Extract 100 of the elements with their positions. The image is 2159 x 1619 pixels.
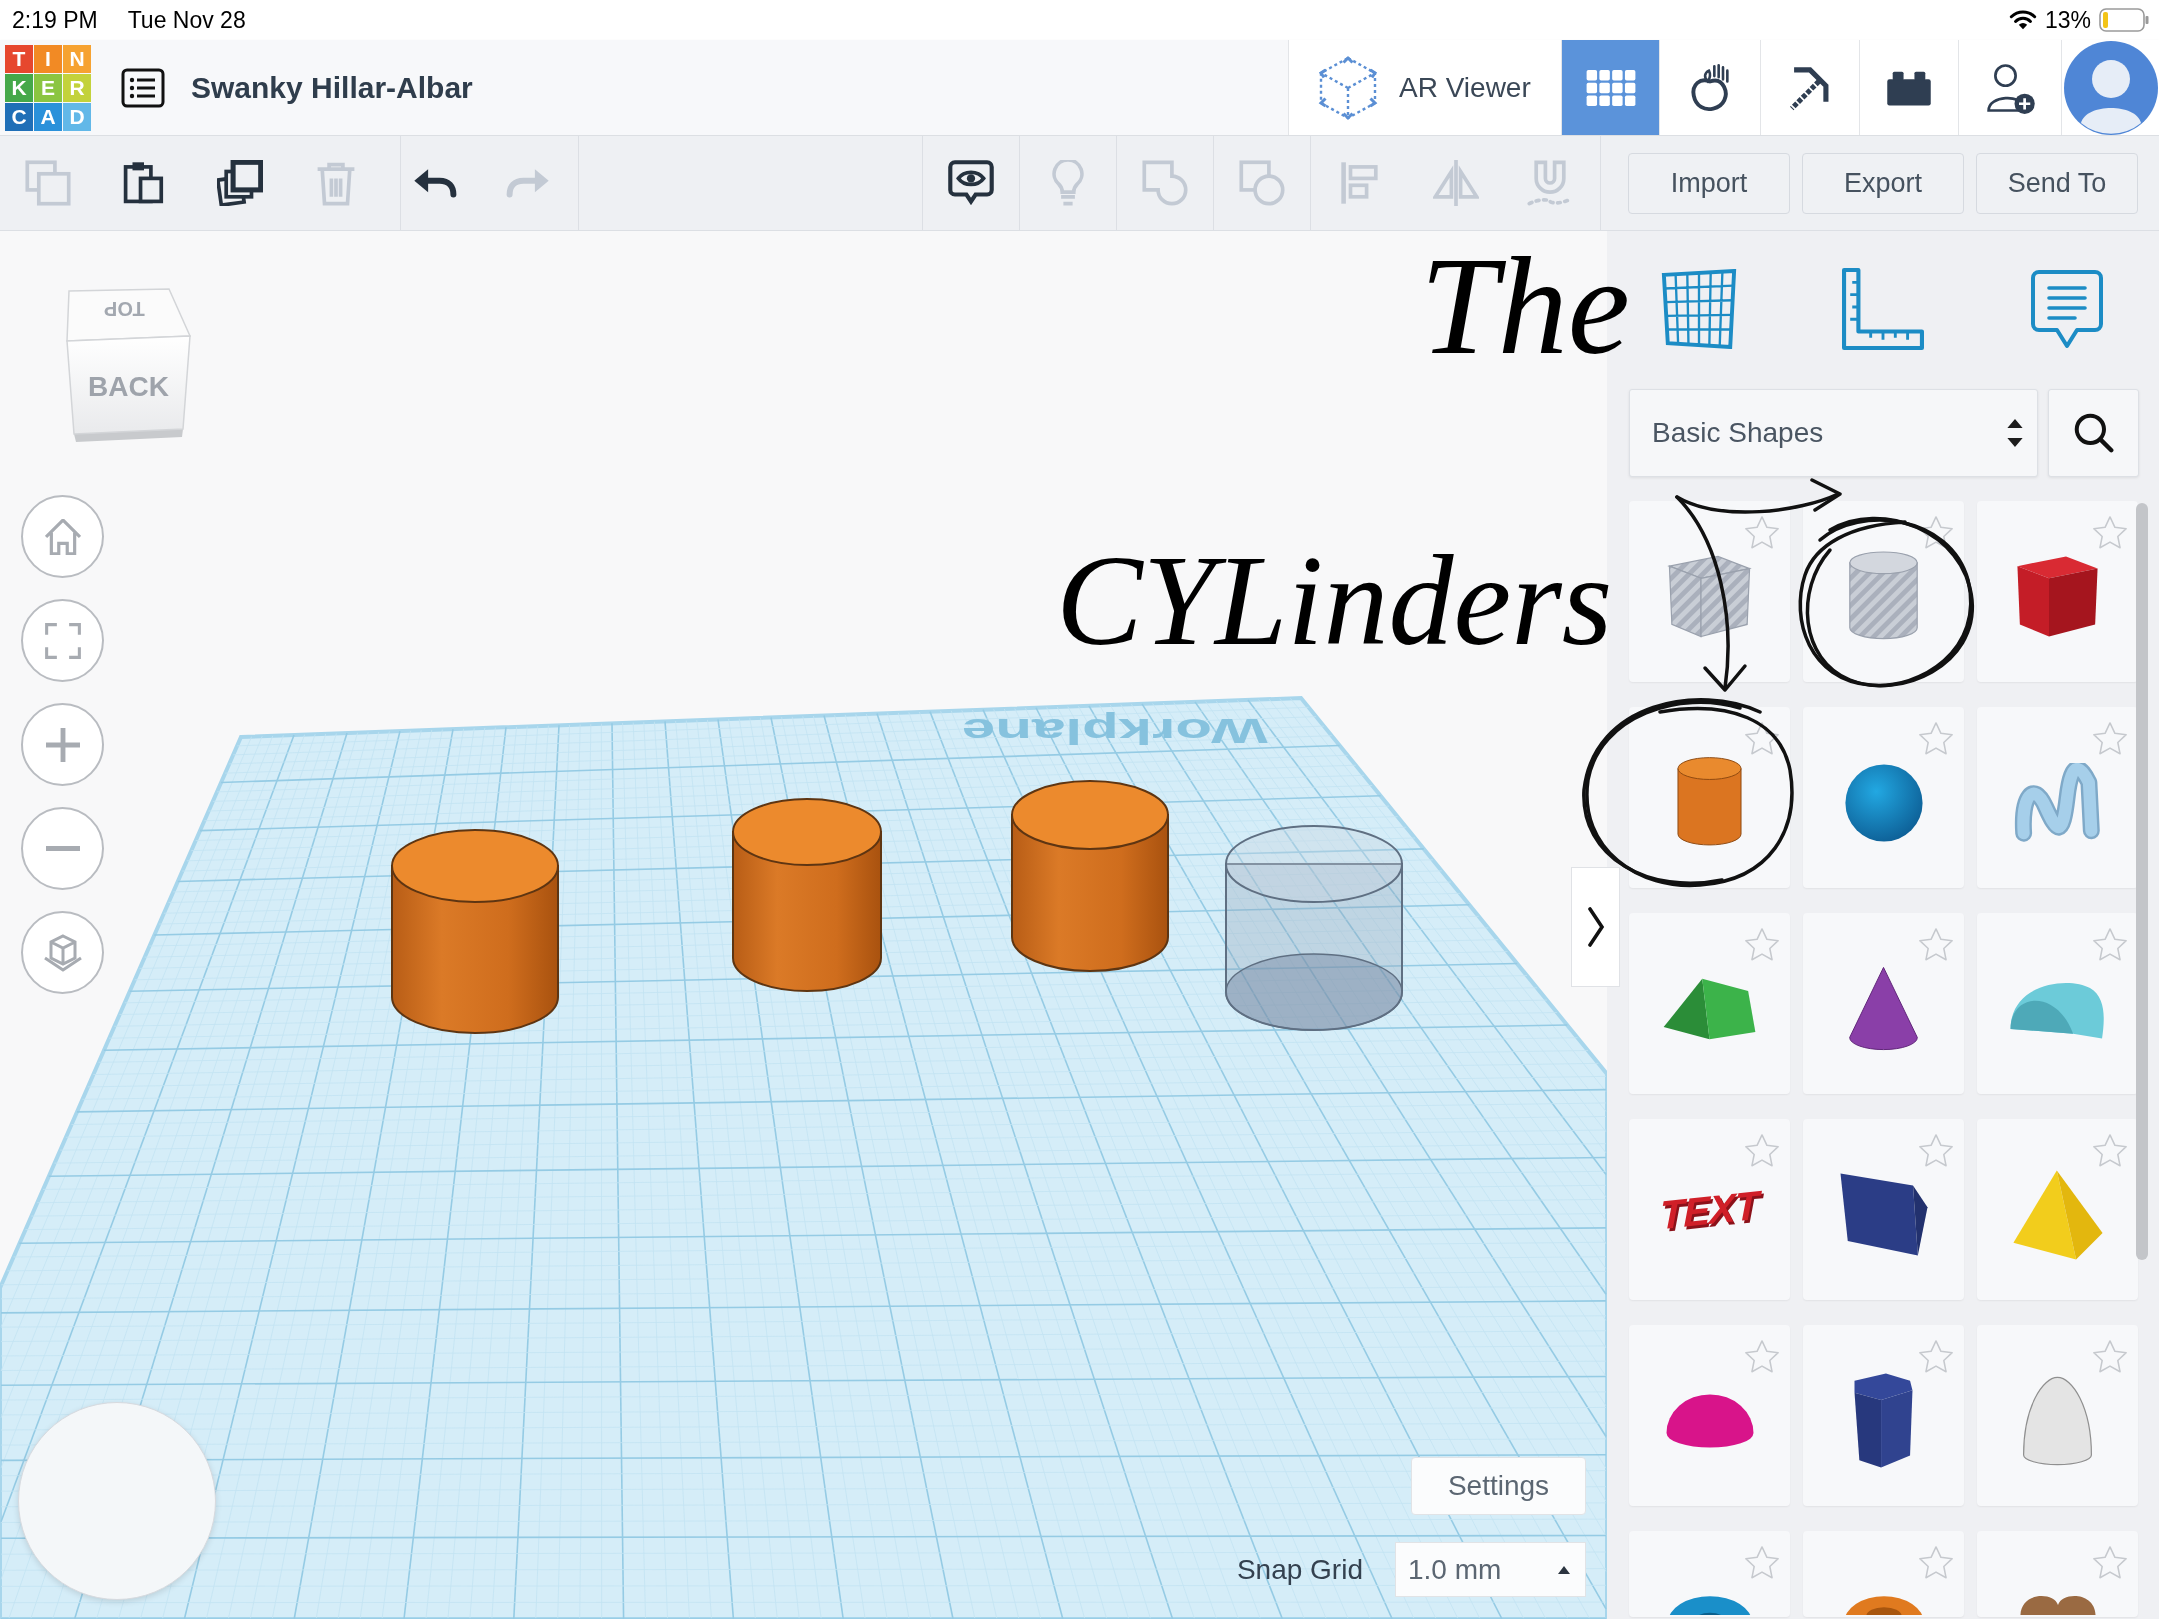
shape-tile[interactable] [1629,1531,1790,1617]
minus-icon [45,846,80,851]
home-icon [44,518,81,555]
shape-tile[interactable] [1629,913,1790,1094]
paraboloid-icon [2021,1374,2094,1467]
shape-tile[interactable] [1803,1119,1964,1300]
shape-tile[interactable] [1803,707,1964,888]
workplane-button[interactable] [1659,268,1739,350]
workplane-label: Workplane [962,713,1268,749]
star-icon[interactable] [1745,1340,1779,1373]
star-icon[interactable] [2093,1340,2127,1373]
shape-tile[interactable] [1803,501,1964,682]
star-icon[interactable] [1745,722,1779,755]
hole-cylinder[interactable] [1225,825,1403,1031]
ar-viewer-button[interactable]: AR Viewer [1289,40,1561,135]
star-icon[interactable] [1745,1546,1779,1579]
sphere-icon [1842,761,1925,844]
note-icon [2031,268,2103,350]
wifi-icon [2008,9,2037,31]
settings-button[interactable]: Settings [1411,1457,1586,1515]
star-icon[interactable] [1919,928,1953,961]
logo-letter: K [5,73,33,102]
cylinder[interactable] [391,829,559,1034]
star-icon[interactable] [1919,1546,1953,1579]
cylinder[interactable] [732,798,882,992]
handwritten-note: CYLinders [1056,535,1613,665]
star-icon[interactable] [1745,928,1779,961]
battery-icon [2099,8,2149,32]
shape-tile[interactable]: TEXT [1629,1119,1790,1300]
duplicate-icon [217,160,263,206]
logo-letter: R [63,73,91,102]
eye-bubble-icon [948,160,994,206]
category-select[interactable]: Basic Shapes [1629,389,2038,477]
star-icon[interactable] [2093,928,2127,961]
user-avatar[interactable] [2063,40,2158,135]
notes-panel-button[interactable] [2031,268,2103,350]
text-shape-label: TEXT [1660,1184,1759,1235]
ungroup-shape-icon [1239,160,1285,206]
toolbar-button[interactable]: Send To [1976,152,2138,214]
shape-tile[interactable] [1803,913,1964,1094]
shape-tile[interactable] [1977,1531,2138,1617]
search-button[interactable] [2048,389,2139,477]
battery-percent: 13% [2044,5,2091,35]
star-icon[interactable] [1919,1134,1953,1167]
grid-icon [1585,69,1636,106]
logo-letter: I [34,44,62,73]
group-shape-icon [1142,160,1188,206]
star-icon[interactable] [2093,722,2127,755]
scribble-icon [2014,762,2101,843]
search-icon [2073,413,2114,453]
list-icon [121,67,165,108]
toolbar-button[interactable]: Export [1802,152,1964,214]
shape-tile[interactable] [1977,1325,2138,1506]
status-time: 2:19 PM [12,5,98,35]
logo-letter: E [34,73,62,102]
logo-letter: C [5,102,33,131]
star-icon[interactable] [1919,722,1953,755]
shape-tile[interactable] [1977,501,2138,682]
chevron-right-icon [1585,907,1606,947]
top-face-label: TOP [104,299,145,319]
shape-tile[interactable] [1803,1531,1964,1617]
snap-grid-select[interactable]: 1.0 mm [1395,1542,1586,1597]
cylinder[interactable] [1011,780,1169,972]
status-date: Tue Nov 28 [127,5,246,35]
ruler-icon [1842,268,1924,350]
up-down-icon [2007,419,2023,447]
collapse-panel-button[interactable] [1571,867,1620,987]
shape-tile[interactable] [1977,913,2138,1094]
back-face-label: BACK [88,373,169,401]
toolbar-button[interactable]: Import [1628,152,1790,214]
handwritten-note: The [1420,236,1630,376]
mirror-icon [1433,160,1479,206]
star-icon[interactable] [2093,1546,2127,1579]
striped-box-icon [1667,554,1752,639]
scrollbar[interactable] [2136,503,2148,1260]
copy-icon [25,160,71,206]
design-title[interactable]: Swanky Hillar-Albar [191,65,473,110]
grid-icon [1659,269,1739,349]
logo-letter: T [5,44,33,73]
cube-icon [42,933,83,972]
cone-icon [1847,965,1920,1052]
snap-grid-label: Snap Grid [1236,1552,1363,1587]
star-icon[interactable] [2093,1134,2127,1167]
logo-letter: N [63,44,91,73]
shape-tile[interactable] [1977,707,2138,888]
shape-tile[interactable] [1629,501,1790,682]
caret-up-icon [1557,1564,1571,1575]
star-icon[interactable] [1919,1340,1953,1373]
shape-tile[interactable] [1629,707,1790,888]
torus-icon [1667,1595,1752,1615]
star-icon[interactable] [1745,516,1779,549]
logo-letter: A [34,102,62,131]
star-icon[interactable] [1745,1134,1779,1167]
shape-tile[interactable] [1803,1325,1964,1506]
shape-tile[interactable] [1977,1119,2138,1300]
star-icon[interactable] [2093,516,2127,549]
fit-view-icon [44,622,81,659]
ruler-button[interactable] [1842,268,1924,350]
shape-tile[interactable] [1629,1325,1790,1506]
box-icon [2015,554,2100,639]
